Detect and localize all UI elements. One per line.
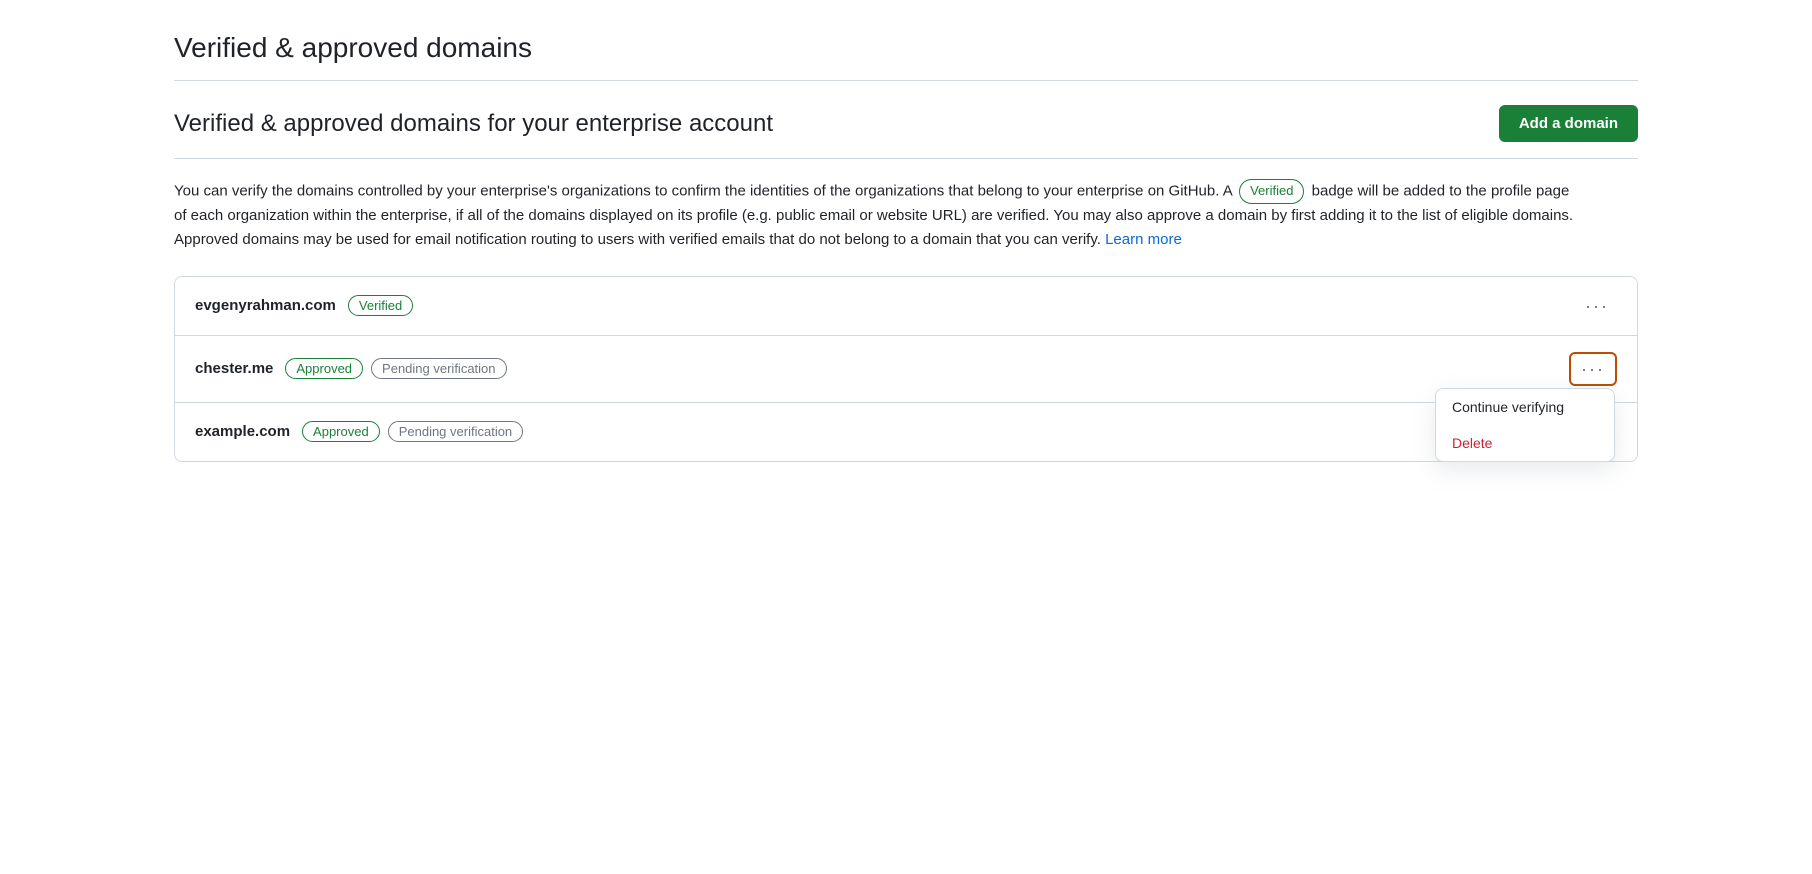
three-dots-button-evgenyrahman[interactable]: ··· [1577, 293, 1617, 319]
domain-actions-chester: ··· Continue verifying Delete [1569, 352, 1617, 386]
description-part1: You can verify the domains controlled by… [174, 182, 1232, 199]
section-title: Verified & approved domains for your ent… [174, 110, 773, 138]
page-container: Verified & approved domains Verified & a… [126, 0, 1686, 494]
page-title: Verified & approved domains [174, 32, 1638, 64]
learn-more-link[interactable]: Learn more [1105, 231, 1182, 248]
top-divider [174, 80, 1638, 81]
badge-pending-example: Pending verification [388, 421, 523, 442]
domain-name-chester: chester.me [195, 360, 273, 377]
domain-name-evgenyrahman: evgenyrahman.com [195, 297, 336, 314]
dots-container-chester: ··· Continue verifying Delete [1569, 352, 1617, 386]
badge-approved-example: Approved [302, 421, 380, 442]
domains-table: evgenyrahman.com Verified ··· chester.me… [174, 276, 1638, 462]
verified-badge-inline: Verified [1239, 179, 1304, 204]
add-domain-button[interactable]: Add a domain [1499, 105, 1638, 142]
dropdown-menu-chester: Continue verifying Delete [1435, 388, 1615, 462]
dots-container-evgenyrahman: ··· [1577, 293, 1617, 319]
three-dots-button-chester[interactable]: ··· [1573, 356, 1613, 382]
description-text: You can verify the domains controlled by… [174, 179, 1574, 252]
domain-row-example: example.com Approved Pending verificatio… [175, 403, 1637, 461]
domain-row-chester: chester.me Approved Pending verification… [175, 336, 1637, 403]
section-divider [174, 158, 1638, 159]
continue-verifying-button[interactable]: Continue verifying [1436, 389, 1614, 425]
delete-domain-button[interactable]: Delete [1436, 425, 1614, 461]
badge-approved-chester: Approved [285, 358, 363, 379]
domain-name-example: example.com [195, 423, 290, 440]
domain-actions-evgenyrahman: ··· [1577, 293, 1617, 319]
section-header: Verified & approved domains for your ent… [174, 105, 1638, 142]
domain-row-evgenyrahman: evgenyrahman.com Verified ··· [175, 277, 1637, 336]
badge-verified-evgenyrahman: Verified [348, 295, 413, 316]
badge-pending-chester: Pending verification [371, 358, 506, 379]
